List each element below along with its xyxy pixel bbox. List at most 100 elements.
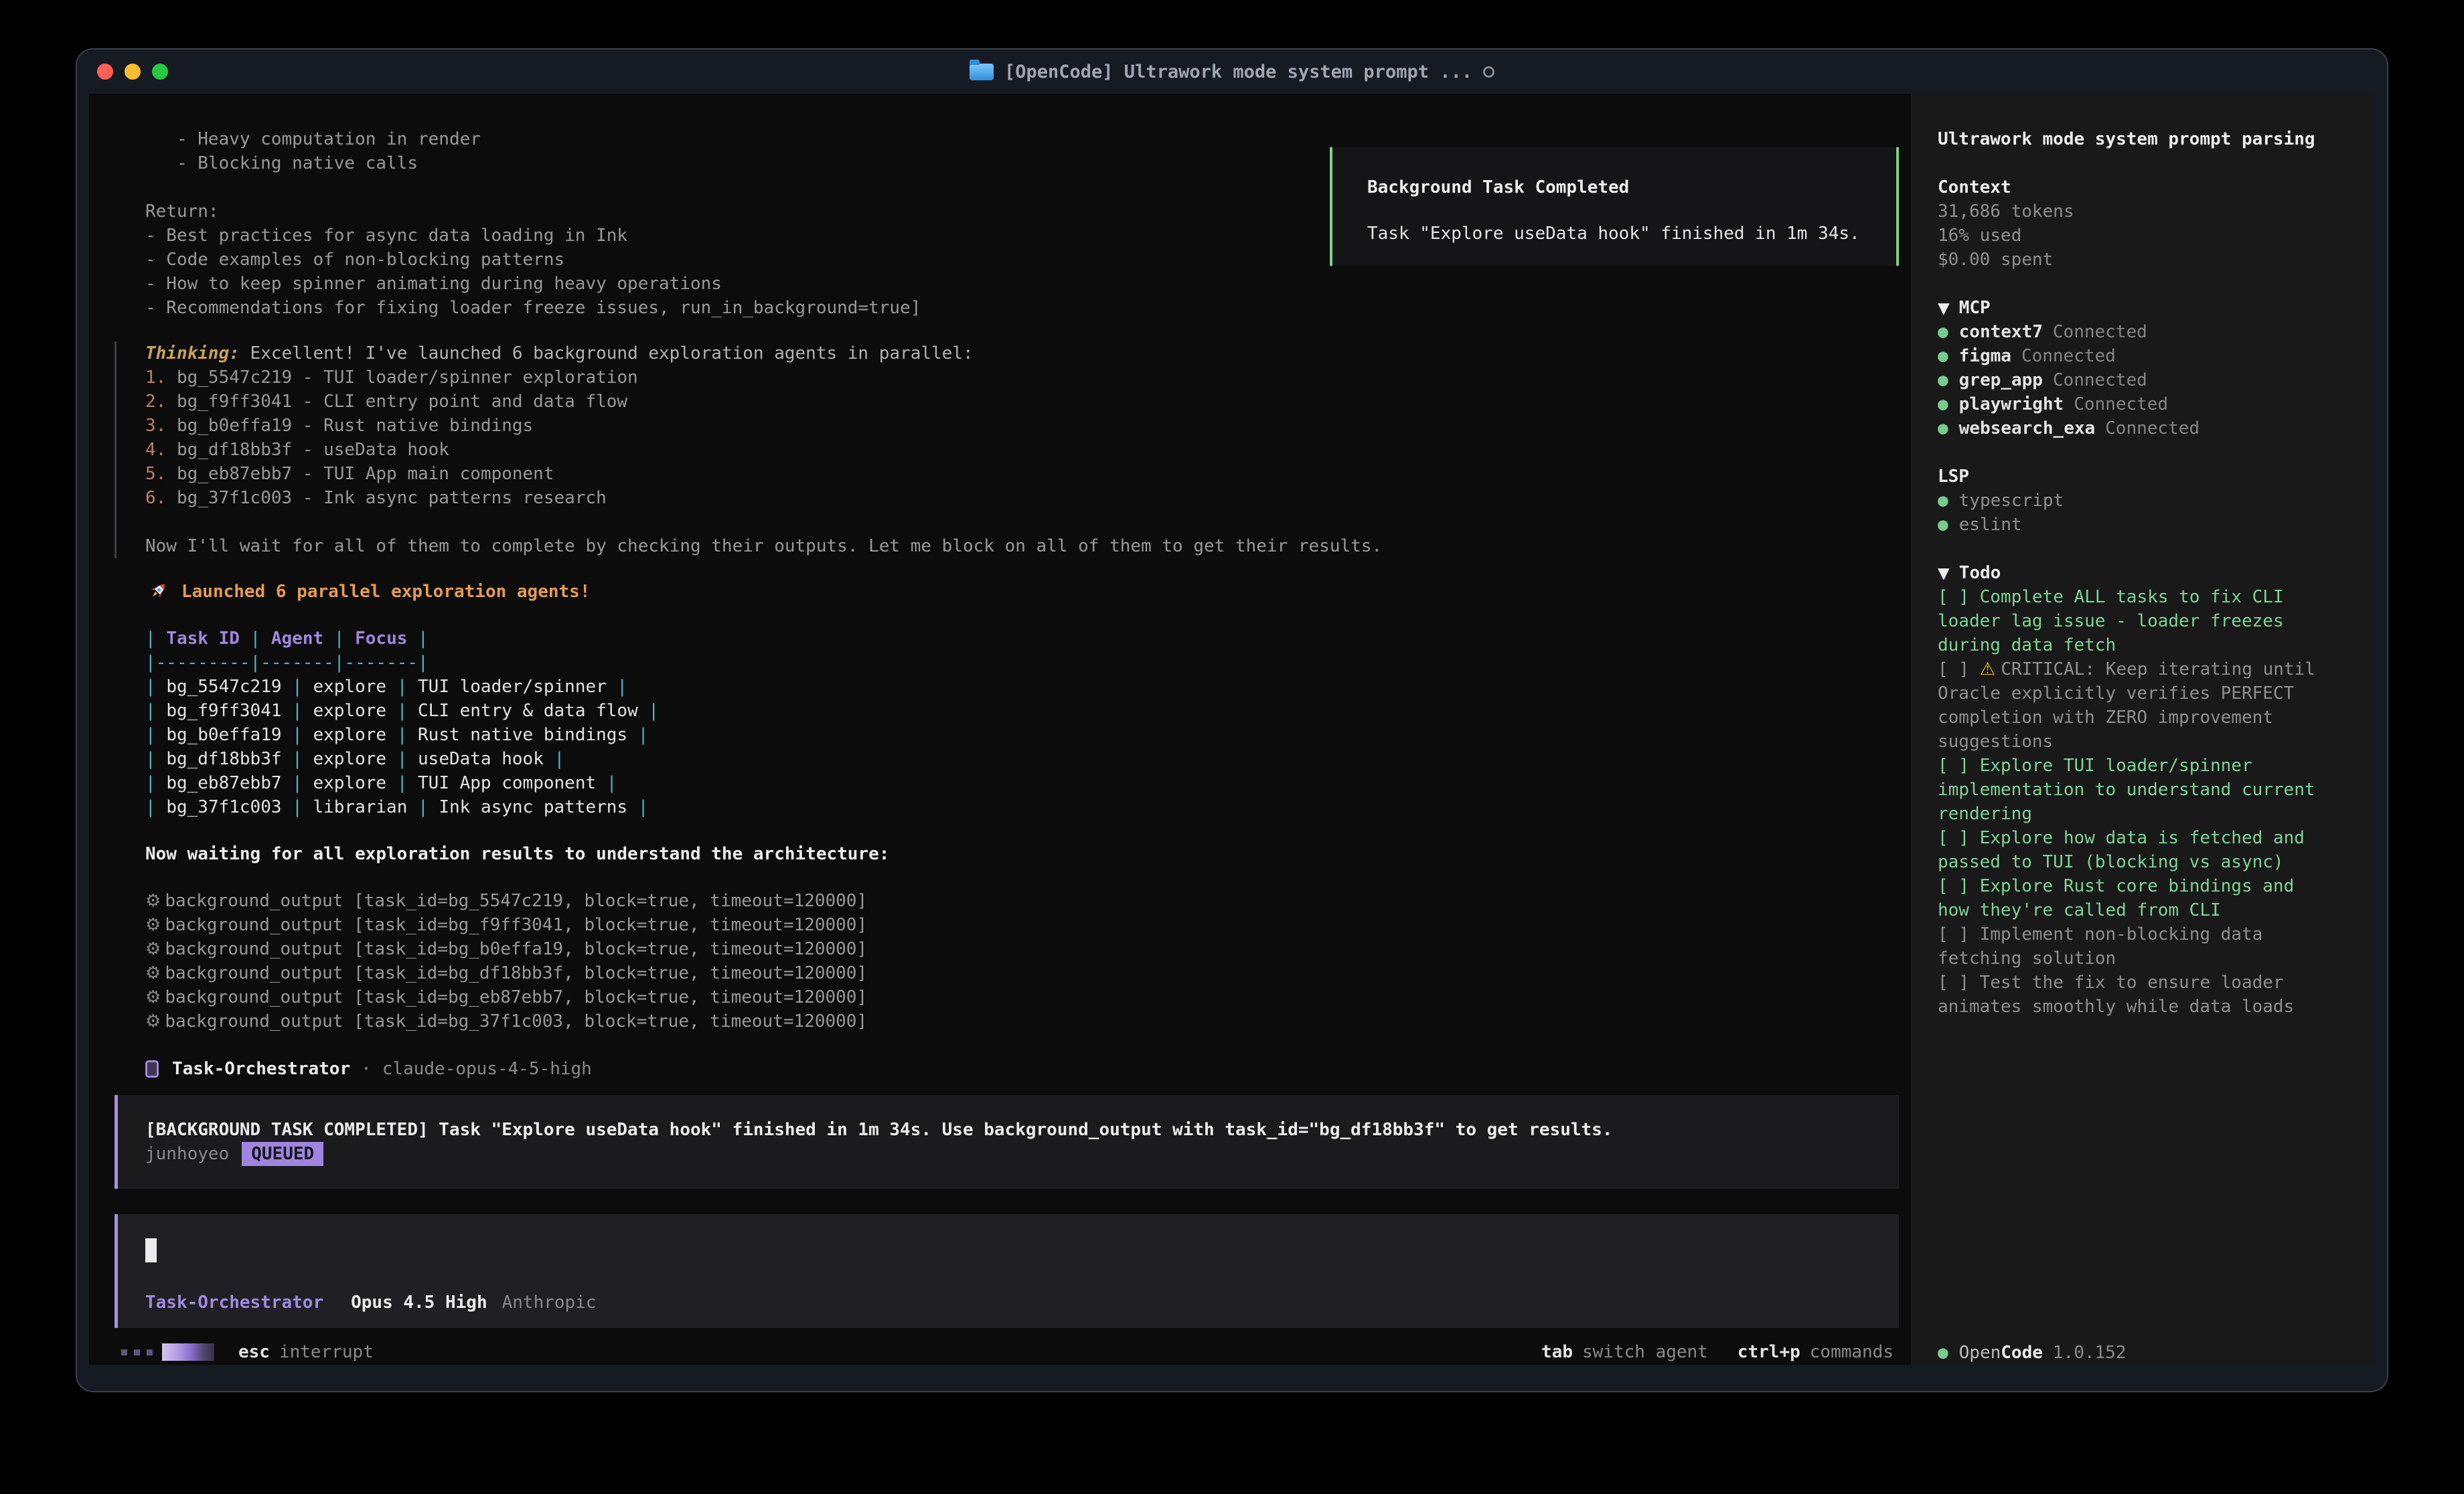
table-header-row: | Task ID | Agent | Focus |: [145, 627, 1911, 651]
cell: bg_5547c219: [166, 677, 281, 697]
todo-checkbox: [ ]: [1938, 659, 1980, 679]
gear-icon: ⚙: [145, 987, 161, 1007]
table-separator-row: |---------|-------|-------|: [145, 651, 1911, 675]
warning-icon: ⚠: [1980, 659, 2001, 679]
pipe: |: [282, 749, 313, 769]
minimize-button[interactable]: [125, 64, 141, 80]
transcript-line: - How to keep spinner animating during h…: [145, 272, 1911, 296]
pipe: |: [145, 701, 166, 721]
item-text: bg_b0effa19 - Rust native bindings: [166, 416, 533, 436]
status-dot-icon: ●: [1938, 491, 1948, 511]
item-text: bg_37f1c003 - Ink async patterns researc…: [166, 488, 606, 508]
mcp-server-name: websearch_exa: [1959, 418, 2096, 438]
status-right: tab switch agent ctrl+p commands: [1541, 1342, 1894, 1362]
todo-item: [ ] Explore how data is fetched and pass…: [1938, 826, 2327, 874]
notification-toast[interactable]: Background Task Completed Task "Explore …: [1330, 147, 1899, 266]
pipe: |: [145, 773, 166, 793]
todo-text: Explore how data is fetched and passed t…: [1938, 828, 2305, 872]
brand-code: Code: [2001, 1341, 2043, 1365]
window-titlebar[interactable]: [OpenCode] Ultrawork mode system prompt …: [77, 50, 2387, 94]
tab-key-label: switch agent: [1582, 1342, 1708, 1362]
mcp-server-name: grep_app: [1959, 370, 2043, 390]
todo-text: Test the fix to ensure loader animates s…: [1938, 973, 2294, 1017]
notification-title: Background Task Completed: [1367, 175, 1896, 199]
mcp-section-heading[interactable]: ▼MCP: [1938, 296, 2374, 320]
todo-section-heading[interactable]: ▼Todo: [1938, 561, 2374, 585]
todo-checkbox: [ ]: [1938, 587, 1980, 607]
table-row: | bg_eb87ebb7 | explore | TUI App compon…: [145, 771, 1911, 795]
todo-item: [ ] Explore Rust core bindings and how t…: [1938, 874, 2327, 922]
todo-checkbox: [ ]: [1938, 973, 1980, 993]
todo-checkbox: [ ]: [1938, 924, 1980, 944]
session-title: Ultrawork mode system prompt parsing: [1938, 127, 2374, 151]
tool-call-text: background_output [task_id=bg_eb87ebb7, …: [165, 987, 867, 1007]
terminal-main[interactable]: - Heavy computation in render - Blocking…: [89, 94, 1911, 1365]
cell: Task ID: [166, 629, 240, 649]
todo-checkbox: [ ]: [1938, 756, 1980, 776]
status-dot-icon: ●: [1938, 346, 1948, 366]
lsp-server-name: typescript: [1959, 491, 2064, 511]
pipe: |: [407, 629, 428, 649]
pipe: |: [627, 797, 648, 817]
zoom-button[interactable]: [152, 64, 168, 80]
queued-badge: QUEUED: [242, 1142, 323, 1166]
window-footer-strip: [77, 1365, 2387, 1391]
esc-key-label: interrupt: [279, 1342, 374, 1362]
status-dot-icon: ●: [1938, 394, 1948, 414]
thinking-item: 6. bg_37f1c003 - Ink async patterns rese…: [145, 486, 1911, 510]
blank-line: [145, 510, 1911, 534]
pipe: |: [145, 725, 166, 745]
cell: TUI loader/spinner: [418, 677, 607, 697]
table-row: | bg_37f1c003 | librarian | Ink async pa…: [145, 795, 1911, 819]
item-text: bg_5547c219 - TUI loader/spinner explora…: [166, 367, 637, 388]
mcp-server-row: ●websearch_exaConnected: [1938, 416, 2374, 440]
composer-model[interactable]: Opus 4.5 High: [351, 1291, 487, 1315]
pipe: |: [607, 677, 627, 697]
composer-input[interactable]: Task-Orchestrator Opus 4.5 High Anthropi…: [114, 1214, 1899, 1328]
cell: explore: [313, 701, 386, 721]
sidebar: Ultrawork mode system prompt parsing Con…: [1911, 94, 2374, 1365]
todo-text: Explore TUI loader/spinner implementatio…: [1938, 756, 2315, 824]
item-number: 3.: [145, 416, 166, 436]
mcp-server-status: Connected: [2021, 346, 2116, 366]
agent-name: Task-Orchestrator: [172, 1057, 350, 1081]
cell: Focus: [355, 629, 407, 649]
username: junhoyeo: [145, 1144, 229, 1164]
completed-message-meta: junhoyeo QUEUED: [145, 1142, 1899, 1166]
mcp-server-name: figma: [1959, 346, 2011, 366]
pipe: |: [145, 797, 166, 817]
todo-item: [ ] Explore TUI loader/spinner implement…: [1938, 754, 2327, 826]
cell: explore: [313, 749, 386, 769]
cell: bg_b0effa19: [166, 725, 281, 745]
app-window: [OpenCode] Ultrawork mode system prompt …: [76, 48, 2388, 1392]
cell: Ink async patterns: [439, 797, 627, 817]
lsp-server-name: eslint: [1959, 515, 2022, 535]
waiting-line: Now waiting for all exploration results …: [145, 842, 1911, 866]
thinking-item: 3. bg_b0effa19 - Rust native bindings: [145, 414, 1911, 438]
composer-agent[interactable]: Task-Orchestrator: [145, 1291, 323, 1315]
thinking-item: 2. bg_f9ff3041 - CLI entry point and dat…: [145, 390, 1911, 414]
close-button[interactable]: [97, 64, 113, 80]
item-number: 6.: [145, 488, 166, 508]
transcript[interactable]: - Heavy computation in render - Blocking…: [89, 94, 1911, 1365]
tool-call-line: ⚙background_output [task_id=bg_f9ff3041,…: [145, 913, 1911, 937]
pipe: |: [282, 701, 313, 721]
window-title: [OpenCode] Ultrawork mode system prompt …: [970, 62, 1494, 82]
lsp-list: ● typescript● eslint: [1938, 489, 2374, 537]
notification-body: Task "Explore useData hook" finished in …: [1367, 222, 1896, 246]
context-heading: Context: [1938, 175, 2374, 199]
separator: |---------|-------|-------|: [145, 653, 429, 673]
status-dot-icon: ●: [1938, 418, 1948, 438]
lsp-server-row: ● typescript: [1938, 489, 2374, 513]
todo-text: Complete ALL tasks to fix CLI loader lag…: [1938, 587, 2284, 655]
brand-open: Open: [1959, 1341, 2001, 1365]
mcp-list: ●context7Connected●figmaConnected●grep_a…: [1938, 320, 2374, 440]
gear-icon: ⚙: [145, 939, 161, 959]
traffic-lights: [97, 50, 168, 94]
thinking-block: Thinking: Excellent! I've launched 6 bac…: [114, 341, 1911, 558]
composer-meta: Task-Orchestrator Opus 4.5 High Anthropi…: [145, 1291, 1899, 1315]
chevron-down-icon: ▼: [1938, 565, 1950, 582]
pipe: |: [282, 725, 313, 745]
cell: Agent: [271, 629, 323, 649]
cell: explore: [313, 725, 386, 745]
